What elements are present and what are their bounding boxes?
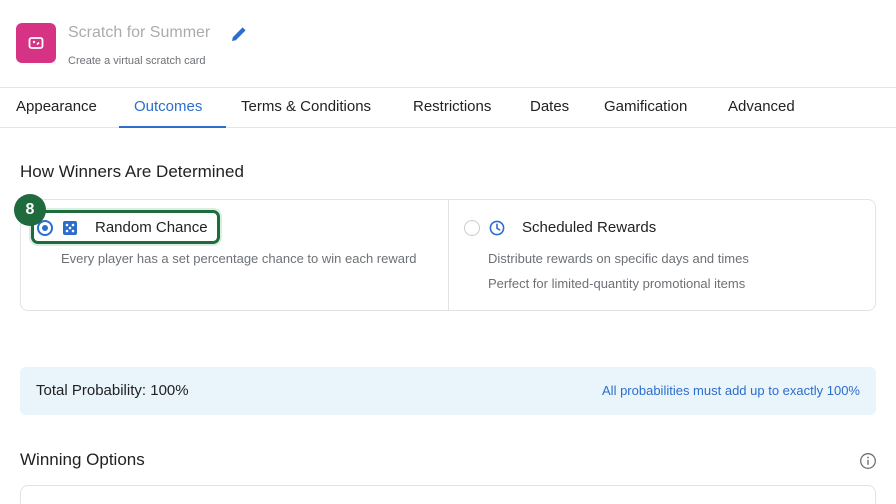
tab-restrictions[interactable]: Restrictions: [413, 88, 491, 128]
probability-note: All probabilities must add up to exactly…: [602, 383, 860, 398]
divider: [448, 200, 449, 310]
winning-options-card: [20, 485, 876, 504]
tab-advanced[interactable]: Advanced: [728, 88, 795, 128]
page-subtitle: Create a virtual scratch card: [68, 55, 206, 67]
step-badge: 8: [14, 194, 46, 226]
probability-banner: Total Probability: 100% All probabilitie…: [20, 367, 876, 415]
option-label-scheduled-rewards[interactable]: Scheduled Rewards: [522, 219, 656, 236]
total-probability: Total Probability: 100%: [36, 382, 189, 399]
ticket-icon: [16, 23, 56, 63]
tab-gamification[interactable]: Gamification: [604, 88, 687, 128]
tab-bar: Appearance Outcomes Terms & Conditions R…: [0, 87, 896, 128]
tab-outcomes[interactable]: Outcomes: [134, 88, 202, 128]
clock-icon: [489, 220, 505, 236]
pencil-icon[interactable]: [230, 25, 248, 43]
page-header: Scratch for Summer Create a virtual scra…: [0, 0, 896, 87]
winning-options-title: Winning Options: [20, 450, 145, 469]
page-title: Scratch for Summer: [68, 24, 211, 41]
option-description-line-1: Distribute rewards on specific days and …: [488, 251, 749, 266]
active-tab-indicator: [119, 126, 226, 128]
option-description-line-2: Perfect for limited-quantity promotional…: [488, 276, 746, 291]
tab-appearance[interactable]: Appearance: [16, 88, 97, 128]
info-icon[interactable]: [859, 452, 877, 470]
tab-dates[interactable]: Dates: [530, 88, 569, 128]
radio-scheduled-rewards[interactable]: [464, 220, 480, 236]
tab-terms-conditions[interactable]: Terms & Conditions: [241, 88, 371, 128]
highlight-ring: [31, 210, 220, 244]
section-title: How Winners Are Determined: [20, 162, 244, 181]
option-description-random-chance: Every player has a set percentage chance…: [61, 251, 417, 266]
